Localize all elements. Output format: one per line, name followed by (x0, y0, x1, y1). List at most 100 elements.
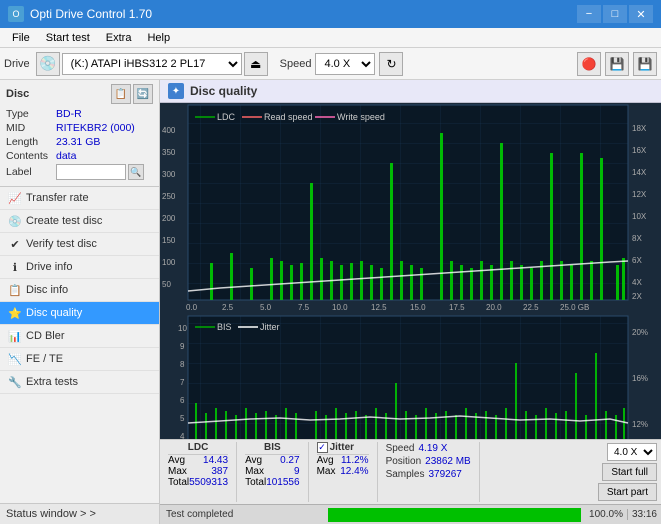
progress-percent: 100.0% (585, 509, 627, 520)
toolbar-btn-2[interactable]: 💾 (605, 52, 629, 76)
menu-extra[interactable]: Extra (98, 30, 140, 46)
bis-avg-row: Avg 0.27 (245, 455, 300, 466)
bis-total: 101556 (266, 477, 299, 488)
nav-cd-bler[interactable]: 📊 CD Bler (0, 325, 159, 348)
svg-text:150: 150 (162, 236, 176, 245)
jitter-avg: 11.2% (341, 455, 369, 466)
type-value: BD-R (56, 108, 82, 120)
disc-label-label: Label (6, 166, 56, 178)
samples-label: Samples (386, 469, 425, 480)
status-text: Test completed (160, 509, 324, 520)
nav-drive-info[interactable]: ℹ Drive info (0, 256, 159, 279)
svg-text:12%: 12% (632, 420, 648, 429)
svg-text:9: 9 (180, 342, 185, 351)
menu-start-test[interactable]: Start test (38, 30, 98, 46)
svg-text:5: 5 (180, 414, 185, 423)
nav-disc-info[interactable]: 📋 Disc info (0, 279, 159, 302)
toolbar-btn-3[interactable]: 💾 (633, 52, 657, 76)
app-title: Opti Drive Control 1.70 (30, 7, 152, 21)
speed-select-stats[interactable]: 4.0 X 1.0 X 2.0 X 8.0 X (607, 443, 657, 461)
app-icon: O (8, 6, 24, 22)
disc-quality-title: Disc quality (190, 84, 257, 98)
start-full-button[interactable]: Start full (602, 463, 657, 481)
svg-text:2.5: 2.5 (222, 303, 234, 312)
speed-stat-label: Speed (386, 443, 415, 454)
spacer (484, 442, 596, 502)
svg-text:10: 10 (178, 324, 187, 333)
svg-text:5.0: 5.0 (260, 303, 272, 312)
close-button[interactable]: ✕ (629, 5, 653, 23)
total-label: Total (168, 477, 189, 488)
svg-text:18X: 18X (632, 124, 647, 133)
nav-extra-tests[interactable]: 🔧 Extra tests (0, 371, 159, 394)
drive-select[interactable]: (K:) ATAPI iHBS312 2 PL17 (62, 53, 242, 75)
bis-max: 9 (294, 466, 300, 477)
start-part-button[interactable]: Start part (598, 483, 657, 501)
menu-help[interactable]: Help (139, 30, 178, 46)
stats-bar: LDC Avg 14.43 Max 387 Total 5509313 (160, 439, 661, 504)
toolbar-btn-1[interactable]: 🔴 (577, 52, 601, 76)
nav-fe-te[interactable]: 📉 FE / TE (0, 348, 159, 371)
svg-text:8: 8 (180, 360, 185, 369)
ldc-total: 5509313 (189, 477, 228, 488)
nav-verify-test-disc[interactable]: ✔ Verify test disc (0, 233, 159, 256)
nav-label-fe-te: FE / TE (26, 353, 63, 365)
svg-text:22.5: 22.5 (523, 303, 539, 312)
length-value: 23.31 GB (56, 136, 100, 148)
nav-label-cd-bler: CD Bler (26, 330, 65, 342)
disc-label-btn[interactable]: 🔍 (128, 164, 144, 180)
svg-text:200: 200 (162, 214, 176, 223)
jitter-avg-row: Avg 11.2% (317, 455, 369, 466)
minimize-button[interactable]: − (577, 5, 601, 23)
bis-total-row: Total 101556 (245, 477, 300, 488)
eject-button[interactable]: ⏏ (244, 52, 268, 76)
nav-label-transfer-rate: Transfer rate (26, 192, 89, 204)
charts-svg: LDC Read speed Write speed 400 350 300 2… (160, 103, 661, 439)
svg-text:Jitter: Jitter (260, 322, 280, 332)
mid-label: MID (6, 122, 56, 134)
ldc-max-row: Max 387 (168, 466, 228, 477)
nav-label-disc-quality: Disc quality (26, 307, 82, 319)
disc-icon-btn-2[interactable]: 🔄 (133, 84, 153, 104)
speed-apply-button[interactable]: ↻ (379, 52, 403, 76)
nav-transfer-rate[interactable]: 📈 Transfer rate (0, 187, 159, 210)
status-window-button[interactable]: Status window > > (0, 503, 159, 524)
svg-text:4: 4 (180, 432, 185, 439)
svg-text:6: 6 (180, 396, 185, 405)
divider-1 (236, 442, 237, 502)
contents-value: data (56, 150, 76, 162)
fe-te-icon: 📉 (8, 352, 22, 366)
position-label: Position (386, 456, 422, 467)
svg-text:Read speed: Read speed (264, 112, 313, 122)
disc-quality-icon: ⭐ (8, 306, 22, 320)
position-row: Position 23862 MB (386, 455, 471, 468)
svg-text:400: 400 (162, 126, 176, 135)
svg-text:Write speed: Write speed (337, 112, 385, 122)
svg-text:12X: 12X (632, 190, 647, 199)
svg-text:14X: 14X (632, 168, 647, 177)
menu-file[interactable]: File (4, 30, 38, 46)
ldc-total-row: Total 5509313 (168, 477, 228, 488)
disc-label-input[interactable] (56, 164, 126, 180)
jitter-header: Jitter (330, 442, 354, 453)
maximize-button[interactable]: □ (603, 5, 627, 23)
svg-text:16%: 16% (632, 374, 648, 383)
cd-bler-icon: 📊 (8, 329, 22, 343)
svg-text:LDC: LDC (217, 112, 236, 122)
ldc-avg: 14.43 (203, 455, 228, 466)
elapsed-time: 33:16 (627, 509, 661, 520)
svg-text:100: 100 (162, 258, 176, 267)
svg-text:6X: 6X (632, 256, 642, 265)
jitter-checkbox[interactable]: ✓ (317, 442, 328, 453)
svg-text:BIS: BIS (217, 322, 232, 332)
disc-icon-btn-1[interactable]: 📋 (111, 84, 131, 104)
main-content: Disc 📋 🔄 Type BD-R MID RITEKBR2 (000) Le… (0, 80, 661, 524)
divider-2 (308, 442, 309, 502)
svg-text:50: 50 (162, 280, 171, 289)
nav-label-create-test-disc: Create test disc (26, 215, 102, 227)
disc-quality-header: ✦ Disc quality (160, 80, 661, 103)
drive-label: Drive (4, 58, 30, 70)
speed-select[interactable]: 4.0 X 1.0 X 2.0 X 8.0 X (315, 53, 375, 75)
nav-create-test-disc[interactable]: 💿 Create test disc (0, 210, 159, 233)
nav-disc-quality[interactable]: ⭐ Disc quality (0, 302, 159, 325)
